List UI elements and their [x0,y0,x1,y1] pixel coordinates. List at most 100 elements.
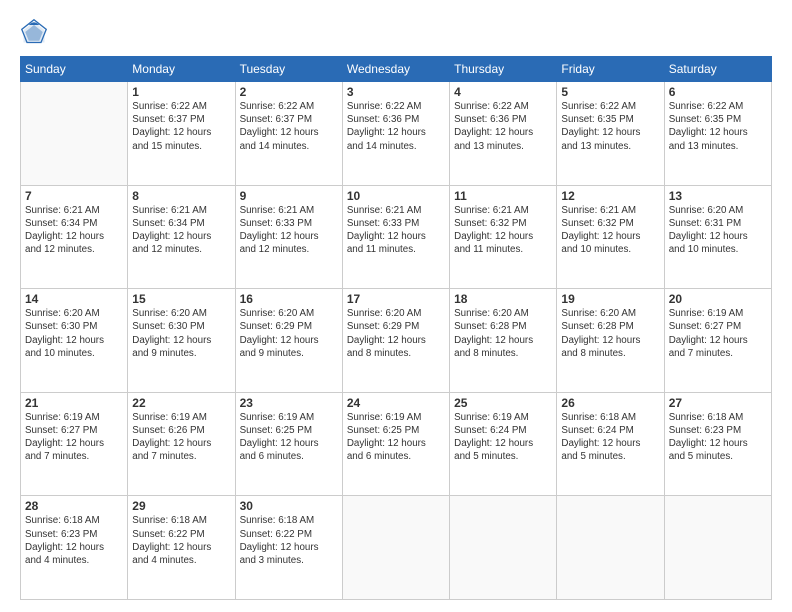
day-number: 5 [561,85,659,99]
day-number: 12 [561,189,659,203]
calendar-cell: 24Sunrise: 6:19 AMSunset: 6:25 PMDayligh… [342,392,449,496]
calendar-cell: 9Sunrise: 6:21 AMSunset: 6:33 PMDaylight… [235,185,342,289]
day-info: Sunrise: 6:21 AMSunset: 6:33 PMDaylight:… [240,204,338,257]
calendar-cell: 7Sunrise: 6:21 AMSunset: 6:34 PMDaylight… [21,185,128,289]
calendar-cell: 3Sunrise: 6:22 AMSunset: 6:36 PMDaylight… [342,82,449,186]
day-number: 30 [240,499,338,513]
week-row-4: 21Sunrise: 6:19 AMSunset: 6:27 PMDayligh… [21,392,772,496]
col-tuesday: Tuesday [235,57,342,82]
day-info: Sunrise: 6:18 AMSunset: 6:23 PMDaylight:… [25,514,123,567]
day-number: 22 [132,396,230,410]
calendar-cell: 2Sunrise: 6:22 AMSunset: 6:37 PMDaylight… [235,82,342,186]
day-info: Sunrise: 6:20 AMSunset: 6:29 PMDaylight:… [347,307,445,360]
calendar-cell: 5Sunrise: 6:22 AMSunset: 6:35 PMDaylight… [557,82,664,186]
col-friday: Friday [557,57,664,82]
day-number: 23 [240,396,338,410]
day-number: 2 [240,85,338,99]
day-info: Sunrise: 6:21 AMSunset: 6:33 PMDaylight:… [347,204,445,257]
day-info: Sunrise: 6:18 AMSunset: 6:24 PMDaylight:… [561,411,659,464]
day-number: 15 [132,292,230,306]
day-number: 19 [561,292,659,306]
day-number: 4 [454,85,552,99]
day-info: Sunrise: 6:20 AMSunset: 6:28 PMDaylight:… [561,307,659,360]
calendar-cell: 19Sunrise: 6:20 AMSunset: 6:28 PMDayligh… [557,289,664,393]
calendar-cell: 30Sunrise: 6:18 AMSunset: 6:22 PMDayligh… [235,496,342,600]
day-number: 27 [669,396,767,410]
day-number: 26 [561,396,659,410]
col-thursday: Thursday [450,57,557,82]
calendar-cell: 28Sunrise: 6:18 AMSunset: 6:23 PMDayligh… [21,496,128,600]
calendar-cell: 17Sunrise: 6:20 AMSunset: 6:29 PMDayligh… [342,289,449,393]
col-monday: Monday [128,57,235,82]
calendar-cell: 14Sunrise: 6:20 AMSunset: 6:30 PMDayligh… [21,289,128,393]
calendar-cell: 4Sunrise: 6:22 AMSunset: 6:36 PMDaylight… [450,82,557,186]
calendar-cell [664,496,771,600]
calendar-header-row: Sunday Monday Tuesday Wednesday Thursday… [21,57,772,82]
day-info: Sunrise: 6:22 AMSunset: 6:37 PMDaylight:… [240,100,338,153]
day-info: Sunrise: 6:21 AMSunset: 6:34 PMDaylight:… [132,204,230,257]
calendar-cell: 13Sunrise: 6:20 AMSunset: 6:31 PMDayligh… [664,185,771,289]
day-number: 25 [454,396,552,410]
col-wednesday: Wednesday [342,57,449,82]
header [20,18,772,46]
calendar-cell: 25Sunrise: 6:19 AMSunset: 6:24 PMDayligh… [450,392,557,496]
day-info: Sunrise: 6:19 AMSunset: 6:26 PMDaylight:… [132,411,230,464]
day-number: 13 [669,189,767,203]
day-number: 9 [240,189,338,203]
day-number: 11 [454,189,552,203]
day-info: Sunrise: 6:21 AMSunset: 6:34 PMDaylight:… [25,204,123,257]
day-number: 6 [669,85,767,99]
day-info: Sunrise: 6:20 AMSunset: 6:28 PMDaylight:… [454,307,552,360]
logo-icon [20,18,48,46]
calendar-cell: 22Sunrise: 6:19 AMSunset: 6:26 PMDayligh… [128,392,235,496]
day-info: Sunrise: 6:19 AMSunset: 6:25 PMDaylight:… [240,411,338,464]
day-number: 18 [454,292,552,306]
calendar-cell: 21Sunrise: 6:19 AMSunset: 6:27 PMDayligh… [21,392,128,496]
week-row-3: 14Sunrise: 6:20 AMSunset: 6:30 PMDayligh… [21,289,772,393]
calendar-cell: 20Sunrise: 6:19 AMSunset: 6:27 PMDayligh… [664,289,771,393]
day-info: Sunrise: 6:20 AMSunset: 6:30 PMDaylight:… [25,307,123,360]
day-info: Sunrise: 6:19 AMSunset: 6:24 PMDaylight:… [454,411,552,464]
day-number: 8 [132,189,230,203]
calendar-cell: 8Sunrise: 6:21 AMSunset: 6:34 PMDaylight… [128,185,235,289]
day-info: Sunrise: 6:21 AMSunset: 6:32 PMDaylight:… [454,204,552,257]
calendar-cell: 18Sunrise: 6:20 AMSunset: 6:28 PMDayligh… [450,289,557,393]
col-saturday: Saturday [664,57,771,82]
day-number: 24 [347,396,445,410]
day-number: 17 [347,292,445,306]
day-info: Sunrise: 6:22 AMSunset: 6:36 PMDaylight:… [347,100,445,153]
calendar-cell [557,496,664,600]
calendar-cell: 16Sunrise: 6:20 AMSunset: 6:29 PMDayligh… [235,289,342,393]
week-row-1: 1 Sunrise: 6:22 AMSunset: 6:37 PMDaylight… [21,82,772,186]
week-row-2: 7Sunrise: 6:21 AMSunset: 6:34 PMDaylight… [21,185,772,289]
calendar-cell: 10Sunrise: 6:21 AMSunset: 6:33 PMDayligh… [342,185,449,289]
calendar-cell [342,496,449,600]
day-info: Sunrise: 6:19 AMSunset: 6:27 PMDaylight:… [25,411,123,464]
day-number: 1 [132,85,230,99]
day-info: Sunrise: 6:18 AMSunset: 6:22 PMDaylight:… [132,514,230,567]
day-info: Sunrise: 6:18 AMSunset: 6:23 PMDaylight:… [669,411,767,464]
calendar-cell: 27Sunrise: 6:18 AMSunset: 6:23 PMDayligh… [664,392,771,496]
page: Sunday Monday Tuesday Wednesday Thursday… [0,0,792,612]
day-info: Sunrise: 6:22 AMSunset: 6:35 PMDaylight:… [561,100,659,153]
calendar-cell: 12Sunrise: 6:21 AMSunset: 6:32 PMDayligh… [557,185,664,289]
day-number: 10 [347,189,445,203]
day-info: Sunrise: 6:21 AMSunset: 6:32 PMDaylight:… [561,204,659,257]
calendar-cell [450,496,557,600]
day-number: 16 [240,292,338,306]
day-info: Sunrise: 6:19 AMSunset: 6:25 PMDaylight:… [347,411,445,464]
calendar-cell: 26Sunrise: 6:18 AMSunset: 6:24 PMDayligh… [557,392,664,496]
week-row-5: 28Sunrise: 6:18 AMSunset: 6:23 PMDayligh… [21,496,772,600]
day-number: 7 [25,189,123,203]
day-info: Sunrise: 6:19 AMSunset: 6:27 PMDaylight:… [669,307,767,360]
calendar-table: Sunday Monday Tuesday Wednesday Thursday… [20,56,772,600]
day-number: 14 [25,292,123,306]
day-number: 28 [25,499,123,513]
day-number: 21 [25,396,123,410]
day-number: 29 [132,499,230,513]
day-info: Sunrise: 6:22 AMSunset: 6:36 PMDaylight:… [454,100,552,153]
day-info: Sunrise: 6:22 AMSunset: 6:35 PMDaylight:… [669,100,767,153]
day-info: Sunrise: 6:20 AMSunset: 6:30 PMDaylight:… [132,307,230,360]
calendar-cell: 29Sunrise: 6:18 AMSunset: 6:22 PMDayligh… [128,496,235,600]
day-number: 3 [347,85,445,99]
